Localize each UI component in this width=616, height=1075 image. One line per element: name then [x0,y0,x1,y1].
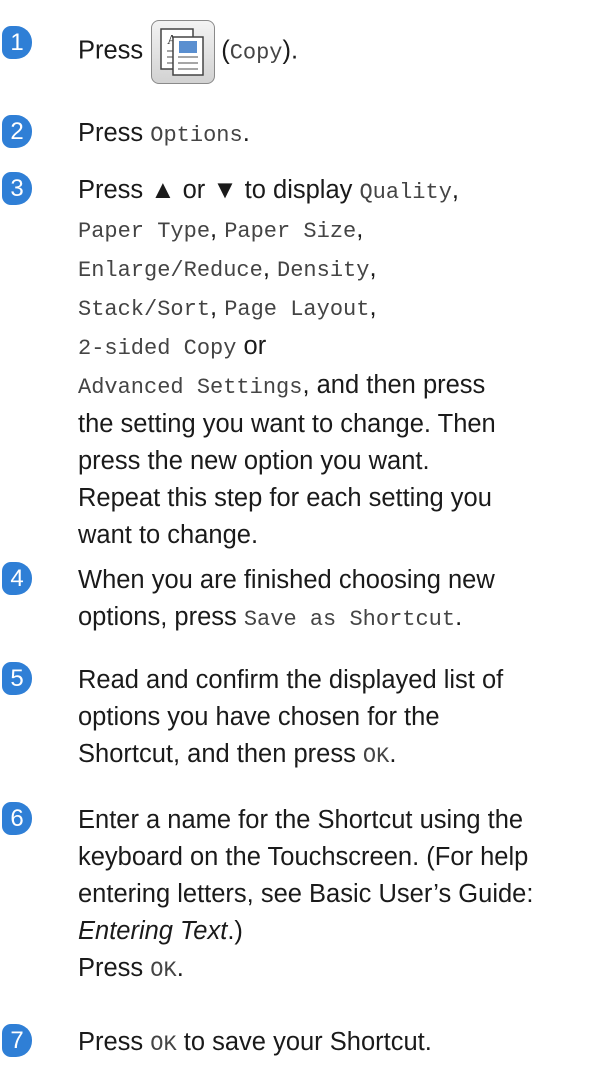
entering-text-reference: Entering Text [78,917,228,945]
options-label: Options [150,123,243,148]
quality-label: Quality [359,180,452,205]
density-label: Density [277,258,370,283]
step-number: 5 [2,662,32,695]
save-as-shortcut-label: Save as Shortcut [243,607,456,632]
ok-label: OK [150,958,177,983]
enlarge-reduce-label: Enlarge/Reduce [78,258,263,283]
step-text: Press [78,36,144,65]
step-number: 1 [2,26,32,59]
step-number: 7 [2,1024,32,1057]
step-number: 2 [2,115,32,148]
page-layout-label: Page Layout [224,297,370,322]
two-sided-copy-label: 2-sided Copy [78,336,237,361]
copy-icon: A [151,20,216,84]
copy-label: Copy [229,40,283,66]
paper-size-label: Paper Size [224,219,357,244]
ok-label: OK [150,1032,177,1057]
paper-type-label: Paper Type [78,219,211,244]
advanced-settings-label: Advanced Settings [78,375,303,400]
stack-sort-label: Stack/Sort [78,297,211,322]
ok-label: OK [362,744,390,769]
step-number: 3 [2,172,32,205]
step-number: 6 [2,802,32,835]
step-number: 4 [2,562,32,595]
